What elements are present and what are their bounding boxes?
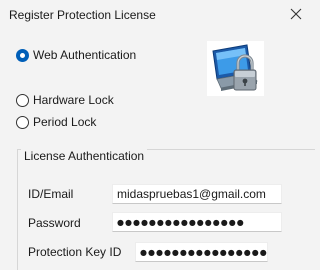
radio-period-lock[interactable]: Period Lock	[16, 115, 96, 129]
password-field[interactable]: ●●●●●●●●●●●●●●●●	[112, 212, 282, 232]
radio-hardware-lock[interactable]: Hardware Lock	[16, 93, 114, 107]
close-icon	[290, 8, 302, 20]
group-legend: License Authentication	[21, 149, 148, 163]
dialog-title: Register Protection License	[9, 8, 156, 22]
password-label: Password	[28, 216, 81, 230]
radio-label-hardware-lock: Hardware Lock	[33, 93, 114, 107]
protection-key-field[interactable]: ●●●●●●●●●●●●●●●●	[135, 242, 268, 262]
radio-label-period-lock: Period Lock	[33, 115, 97, 129]
computer-padlock-icon	[212, 44, 258, 91]
email-label: ID/Email	[28, 187, 74, 201]
radio-unchecked-icon	[16, 93, 29, 107]
radio-checked-icon	[16, 48, 29, 62]
close-button[interactable]	[286, 6, 306, 24]
protection-key-label: Protection Key ID	[28, 245, 122, 259]
radio-web-authentication[interactable]: Web Authentication	[16, 48, 136, 62]
register-license-dialog: Register Protection License Web Authenti…	[0, 0, 315, 270]
email-field[interactable]	[112, 184, 282, 204]
title-bar[interactable]: Register Protection License	[0, 0, 314, 30]
license-logo	[207, 41, 264, 96]
radio-unchecked-icon	[16, 115, 29, 129]
radio-label-web-authentication: Web Authentication	[33, 48, 137, 62]
